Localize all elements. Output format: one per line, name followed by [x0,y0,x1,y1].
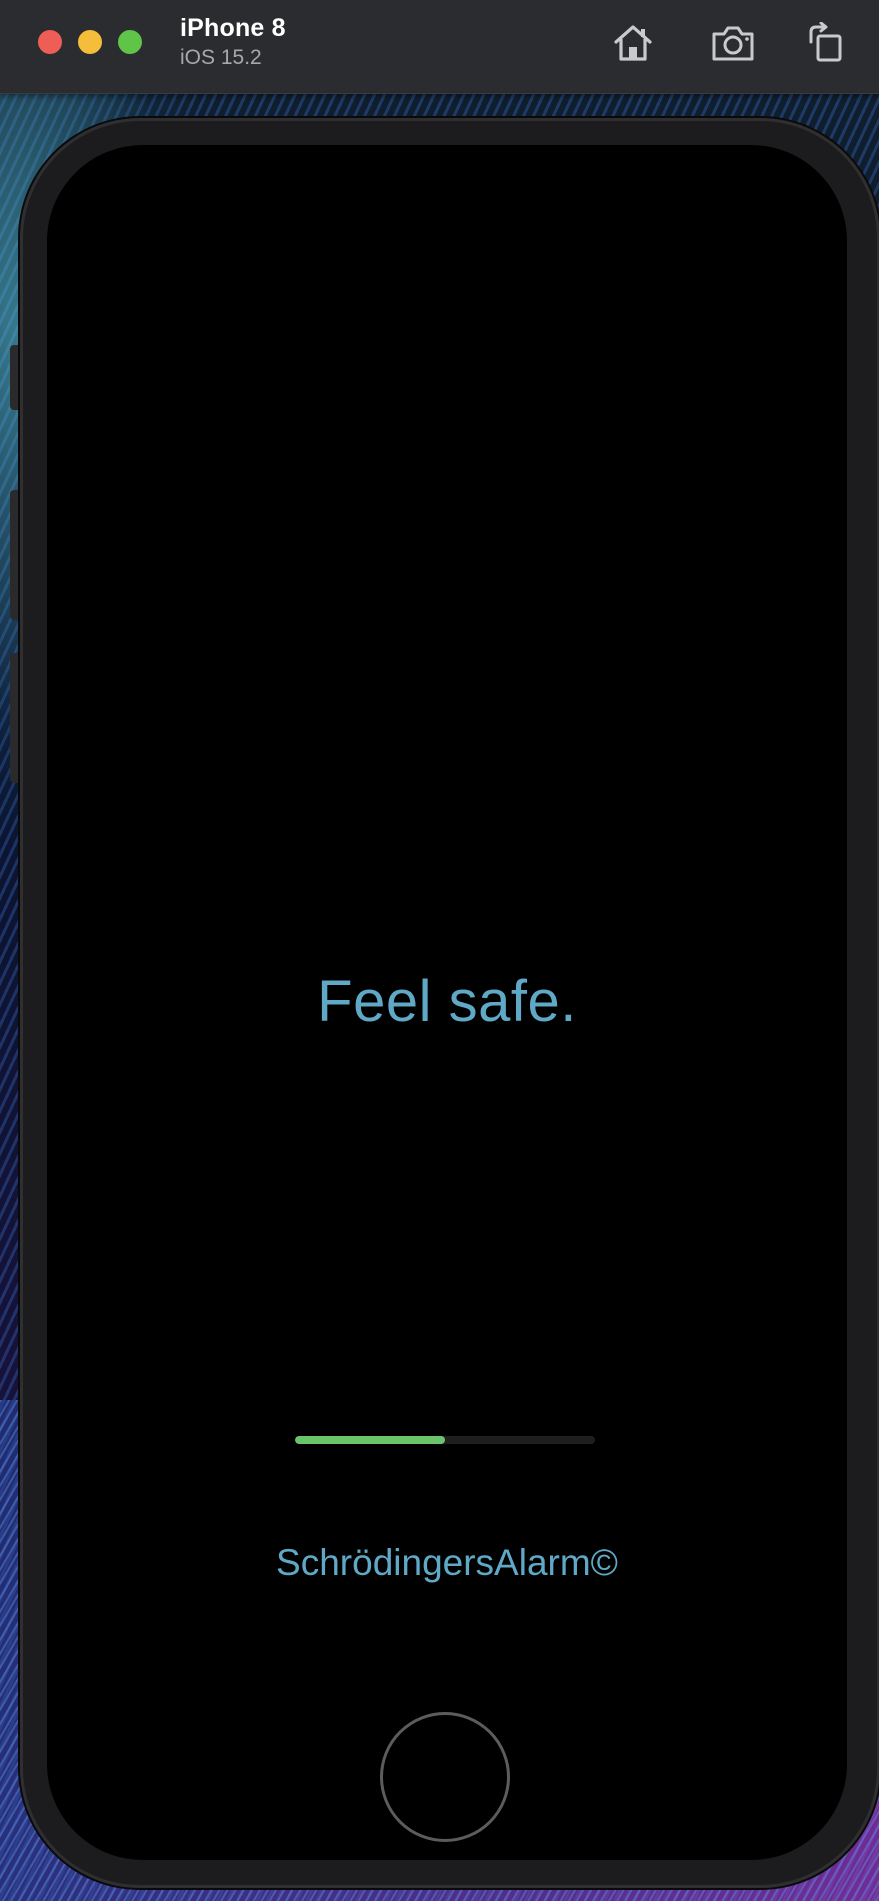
window-minimize-button[interactable] [78,30,102,54]
rotate-icon [809,22,842,62]
simulator-titlebar: iPhone 8 iOS 15.2 [0,0,879,94]
screenshot-button[interactable] [708,18,758,68]
device-home-button[interactable] [380,1712,510,1842]
home-icon [614,25,652,61]
screenshot-icon [712,26,754,61]
device-name: iPhone 8 [180,14,286,42]
tagline-text: Feel safe. [317,969,577,1034]
loading-progress-bar [295,1436,595,1444]
device-os-version: iOS 15.2 [180,46,262,69]
app-brand-name: SchrödingersAlarm© [276,1542,618,1583]
window-close-button[interactable] [38,30,62,54]
window-maximize-button[interactable] [118,30,142,54]
loading-progress-fill [295,1436,445,1444]
home-button[interactable] [608,18,658,68]
rotate-button[interactable] [800,18,850,68]
device-screen[interactable]: Feel safe. SchrödingersAlarm© [47,145,847,1860]
